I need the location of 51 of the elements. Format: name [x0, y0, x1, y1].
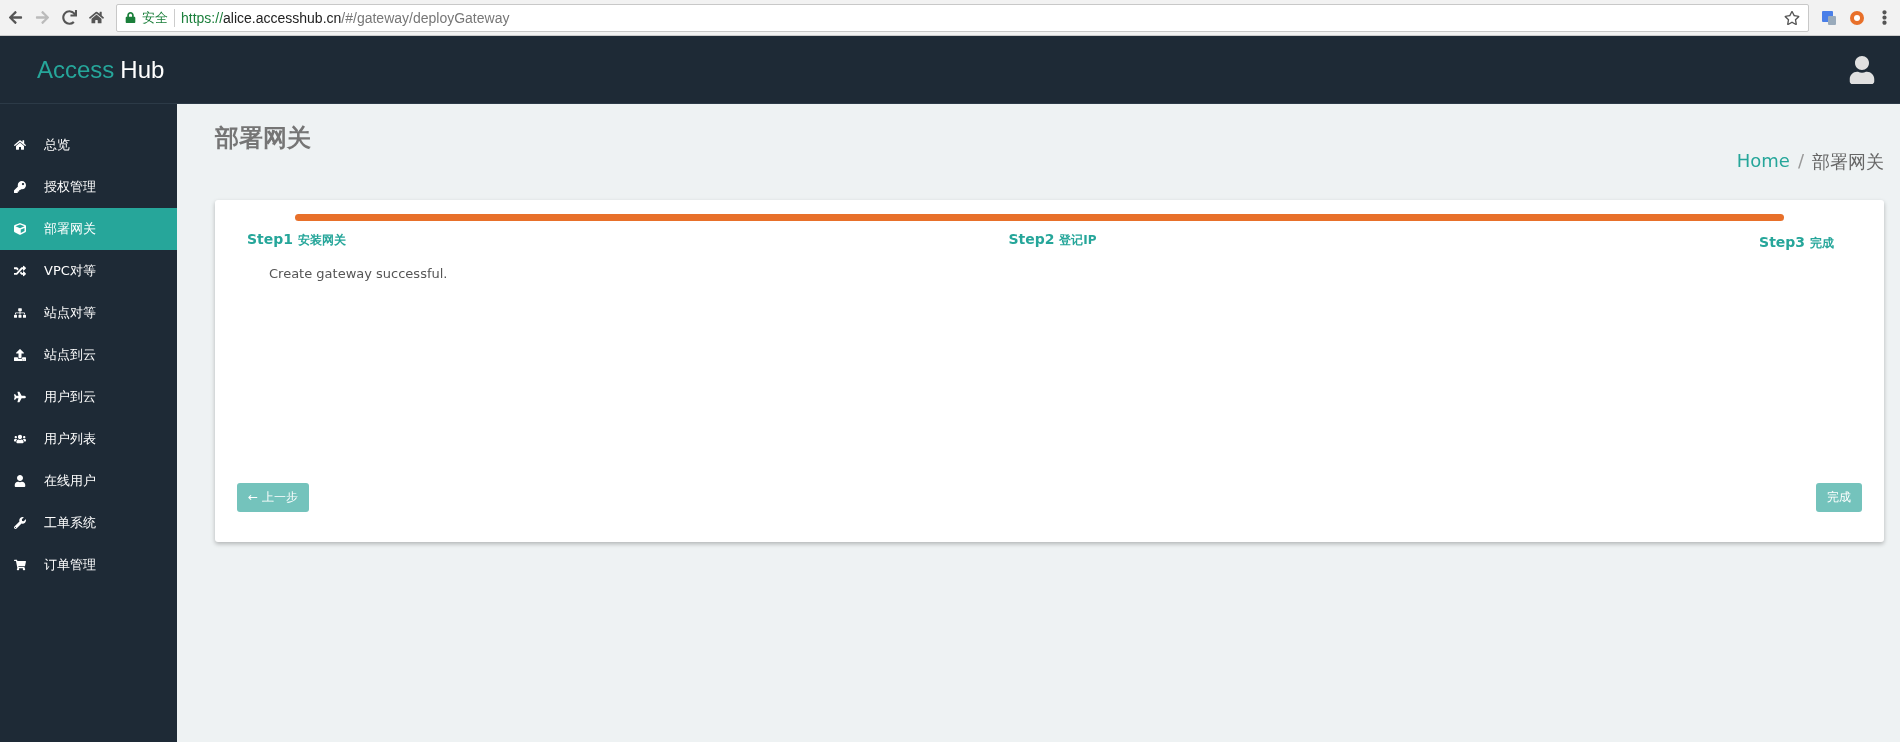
sidebar-item[interactable]: 总览 — [0, 124, 177, 166]
home-icon — [14, 139, 26, 151]
star-icon[interactable] — [1784, 9, 1800, 26]
sidebar-label: 用户到云 — [44, 388, 96, 406]
sidebar-item[interactable]: VPC对等 — [0, 250, 177, 292]
page-title: 部署网关 — [215, 123, 311, 154]
sidebar-label: 在线用户 — [44, 472, 96, 490]
extension-icon[interactable] — [1849, 9, 1865, 26]
key-icon — [14, 181, 26, 193]
sidebar-label: 授权管理 — [44, 178, 96, 196]
translate-icon[interactable] — [1821, 9, 1837, 26]
cart-icon — [14, 559, 26, 571]
sidebar-item[interactable]: 站点对等 — [0, 292, 177, 334]
shuffle-icon — [14, 265, 26, 277]
sitemap-icon — [14, 307, 26, 319]
sidebar-label: VPC对等 — [44, 262, 96, 280]
logo: Access Hub — [37, 55, 165, 84]
step-label: Step3 完成 — [1759, 234, 1834, 252]
breadcrumb-current: 部署网关 — [1812, 150, 1884, 174]
sidebar-label: 用户列表 — [44, 430, 96, 448]
sidebar-item[interactable]: 用户到云 — [0, 376, 177, 418]
user-icon — [14, 475, 26, 487]
sidebar-label: 站点对等 — [44, 304, 96, 322]
security-label: 安全 — [142, 8, 175, 27]
sidebar-item[interactable]: 订单管理 — [0, 544, 177, 586]
sidebar-item[interactable]: 授权管理 — [0, 166, 177, 208]
sidebar-item[interactable]: 站点到云 — [0, 334, 177, 376]
lock-icon — [125, 12, 136, 23]
status-message: Create gateway successful. — [269, 266, 449, 281]
sidebar-label: 总览 — [44, 136, 70, 154]
sidebar-label: 站点到云 — [44, 346, 96, 364]
users-icon — [14, 433, 26, 445]
step-label: Step1 安装网关 — [247, 231, 346, 249]
reload-icon[interactable] — [62, 10, 77, 25]
wrench-icon — [14, 517, 26, 529]
sidebar-label: 订单管理 — [44, 556, 96, 574]
sidebar-label: 部署网关 — [44, 220, 96, 238]
step-label: Step2 登记IP — [1008, 231, 1097, 249]
upload-icon — [14, 349, 26, 361]
cube-icon — [14, 223, 26, 235]
sidebar-label: 工单系统 — [44, 514, 96, 532]
plane-icon — [14, 391, 26, 403]
sidebar-item[interactable]: 用户列表 — [0, 418, 177, 460]
home-icon[interactable] — [89, 10, 104, 25]
user-avatar-icon[interactable] — [1848, 55, 1876, 84]
url-text: https://alice.accesshub.cn/#/gateway/deployGateway — [181, 9, 511, 26]
sidebar-item[interactable]: 在线用户 — [0, 460, 177, 502]
address-bar[interactable]: 安全 https://alice.accesshub.cn/#/gateway/deployGateway — [116, 3, 1809, 32]
sidebar-item[interactable]: 工单系统 — [0, 502, 177, 544]
back-icon[interactable] — [8, 10, 23, 25]
breadcrumb-separator: / — [1797, 150, 1804, 173]
